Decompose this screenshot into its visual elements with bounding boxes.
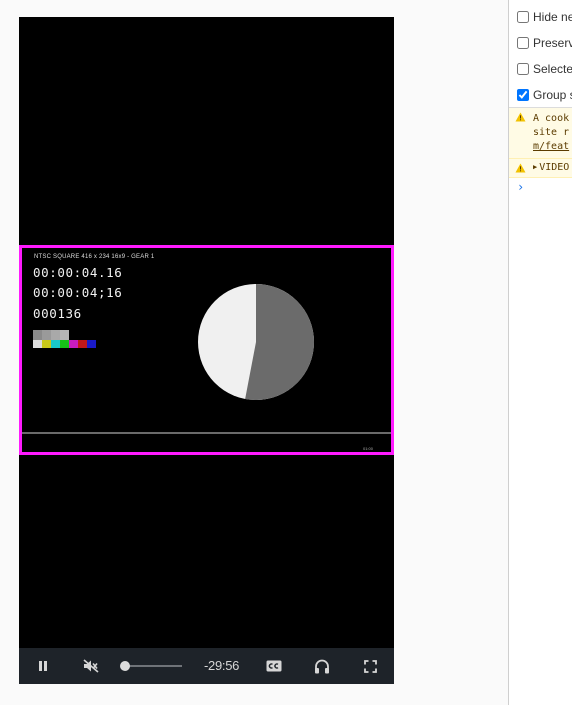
timecode-decimal: 00:00:04.16	[33, 265, 123, 280]
countdown-pie	[197, 283, 315, 401]
frame-divider	[22, 432, 391, 434]
video-player[interactable]: NTSC SQUARE 416 x 234 16x9 - GEAR 1 00:0…	[19, 17, 394, 684]
warning-line-1: A cook	[533, 113, 570, 124]
gray-swatch	[60, 330, 69, 340]
option-preserve-log[interactable]: Preserv	[517, 35, 572, 51]
timecode-dropframe: 00:00:04;16	[33, 285, 123, 300]
option-selected-context[interactable]: Selecte	[517, 61, 572, 77]
color-bar-row	[33, 340, 96, 348]
headphones-icon	[315, 659, 329, 673]
color-bar	[87, 340, 96, 348]
player-controls: -29:56	[19, 648, 394, 684]
video-frame: NTSC SQUARE 416 x 234 16x9 - GEAR 1 00:0…	[19, 245, 394, 455]
hide-network-checkbox[interactable]	[517, 11, 529, 23]
pause-button[interactable]	[33, 648, 53, 684]
color-bar	[60, 340, 69, 348]
option-label: Hide ne	[533, 10, 572, 24]
console-warning-video[interactable]: ▶ VIDEO	[509, 159, 572, 178]
mute-button[interactable]	[81, 648, 101, 684]
seek-bar[interactable]	[120, 648, 182, 684]
console-prompt[interactable]: ›	[517, 180, 524, 194]
warning-icon	[515, 112, 526, 122]
fullscreen-button[interactable]	[360, 648, 380, 684]
option-group-similar[interactable]: Group s	[517, 87, 572, 103]
gray-swatch	[51, 330, 60, 340]
devtools-console-panel: Hide ne Preserv Selecte Group s A cook s…	[508, 0, 572, 705]
video-element-entry[interactable]: ▶ VIDEO	[533, 162, 569, 173]
option-label: Preserv	[533, 36, 572, 50]
color-bar	[78, 340, 87, 348]
muted-speaker-icon	[83, 659, 99, 673]
gray-swatch-row	[33, 330, 69, 340]
captions-button[interactable]	[264, 648, 284, 684]
frame-counter: 000136	[33, 306, 82, 321]
selected-context-checkbox[interactable]	[517, 63, 529, 75]
console-warning-cookie[interactable]: A cook site r m/feat	[509, 108, 572, 159]
fullscreen-icon	[363, 659, 377, 673]
video-entry-label: VIDEO	[539, 162, 570, 173]
color-bar	[42, 340, 51, 348]
group-similar-checkbox[interactable]	[517, 89, 529, 101]
color-bar	[33, 340, 42, 348]
preserve-log-checkbox[interactable]	[517, 37, 529, 49]
warning-line-2: site r	[533, 127, 570, 138]
expand-triangle-icon[interactable]: ▶	[533, 163, 537, 171]
pause-icon	[39, 661, 47, 671]
option-label: Group s	[533, 88, 572, 102]
option-hide-network[interactable]: Hide ne	[517, 9, 572, 25]
warning-link[interactable]: m/feat	[533, 141, 569, 152]
gray-swatch	[42, 330, 51, 340]
frame-tag: 01:00	[362, 446, 373, 451]
time-remaining: -29:56	[204, 658, 240, 673]
gray-swatch	[33, 330, 42, 340]
color-bar	[51, 340, 60, 348]
seek-track[interactable]	[122, 665, 182, 667]
warning-icon	[515, 163, 526, 173]
seek-handle[interactable]	[120, 661, 130, 671]
option-label: Selecte	[533, 62, 572, 76]
audio-track-button[interactable]	[312, 648, 332, 684]
closed-captions-icon	[266, 660, 282, 672]
slate-title: NTSC SQUARE 416 x 234 16x9 - GEAR 1	[34, 254, 155, 260]
color-bar	[69, 340, 78, 348]
page-background: NTSC SQUARE 416 x 234 16x9 - GEAR 1 00:0…	[0, 0, 508, 705]
warning-message: A cook site r m/feat	[533, 112, 569, 154]
